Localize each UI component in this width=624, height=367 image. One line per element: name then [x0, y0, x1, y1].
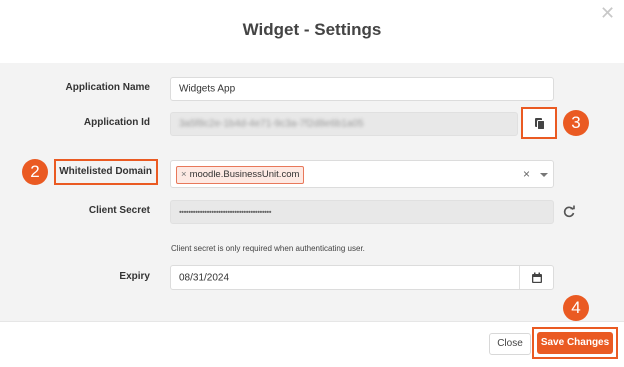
- copy-icon: [535, 118, 545, 130]
- application-name-value: Widgets App: [179, 83, 236, 95]
- annotation-badge-3: 3: [563, 110, 589, 136]
- client-secret-value: ••••••••••••••••••••••••••••••••••••••••: [179, 207, 272, 217]
- tag-remove-icon[interactable]: ×: [181, 169, 187, 180]
- expiry-label: Expiry: [119, 271, 150, 282]
- save-changes-button[interactable]: Save Changes: [537, 332, 613, 354]
- domain-tag-label: moodle.BusinessUnit.com: [189, 169, 300, 180]
- whitelisted-domain-label: Whitelisted Domain: [59, 166, 152, 177]
- application-name-label: Application Name: [65, 82, 150, 93]
- close-button[interactable]: Close: [489, 333, 531, 355]
- copy-button[interactable]: [521, 107, 557, 139]
- clear-selection-icon[interactable]: ×: [523, 167, 530, 181]
- application-id-value: 3a5f8c2e-1b4d-4e71-9c3a-7f2d8e6b1a05: [179, 118, 364, 130]
- client-secret-label: Client Secret: [88, 205, 150, 216]
- domain-tag: × moodle.BusinessUnit.com: [176, 166, 305, 184]
- close-icon[interactable]: ✕: [600, 4, 615, 22]
- dialog-header: Widget - Settings ✕: [0, 0, 624, 64]
- whitelisted-domain-select[interactable]: × moodle.BusinessUnit.com ×: [170, 160, 554, 188]
- chevron-down-icon[interactable]: [539, 171, 549, 179]
- expiry-divider: [519, 266, 520, 289]
- annotation-badge-4: 4: [563, 295, 589, 321]
- application-name-input[interactable]: Widgets App: [170, 77, 554, 101]
- dialog-title: Widget - Settings: [242, 20, 382, 39]
- client-secret-field: ••••••••••••••••••••••••••••••••••••••••: [170, 200, 554, 224]
- refresh-icon[interactable]: [562, 205, 576, 219]
- application-id-field: 3a5f8c2e-1b4d-4e71-9c3a-7f2d8e6b1a05: [170, 112, 518, 136]
- client-secret-hint: Client secret is only required when auth…: [171, 244, 365, 253]
- expiry-date-input[interactable]: 08/31/2024: [170, 265, 554, 290]
- calendar-icon[interactable]: [531, 272, 543, 284]
- annotation-badge-2: 2: [22, 159, 48, 185]
- expiry-value: 08/31/2024: [179, 272, 230, 283]
- application-id-label: Application Id: [83, 117, 150, 128]
